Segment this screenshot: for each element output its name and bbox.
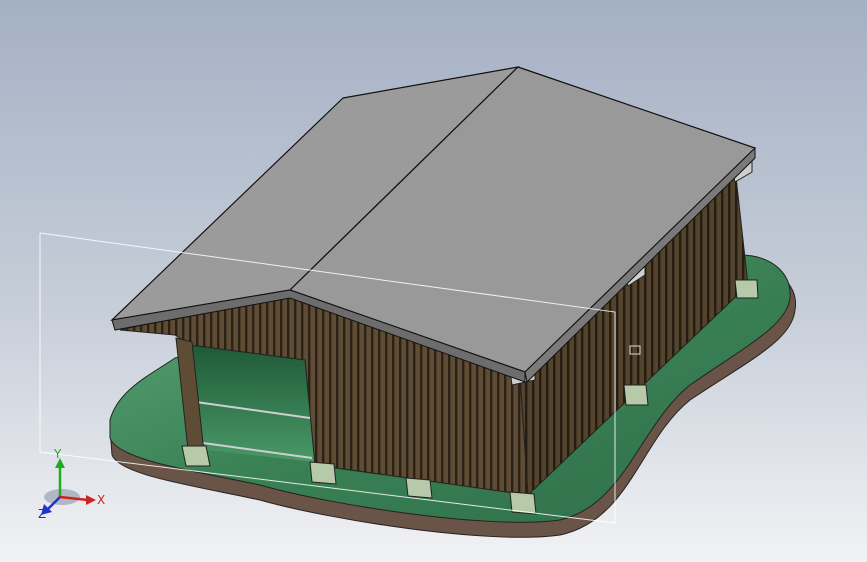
footing [181,445,211,467]
model-scene[interactable]: Y X Z [0,0,867,562]
footing [734,279,759,299]
graphics-viewport[interactable]: Y X Z [0,0,867,562]
triad-x-label: X [97,493,105,507]
footing [309,461,337,485]
footing [405,477,433,499]
footing [623,384,649,406]
reference-triad[interactable]: Y X Z [38,447,105,521]
triad-x-arrow-icon [86,495,96,505]
triad-z-label: Z [38,507,46,521]
triad-y-label: Y [53,447,62,461]
